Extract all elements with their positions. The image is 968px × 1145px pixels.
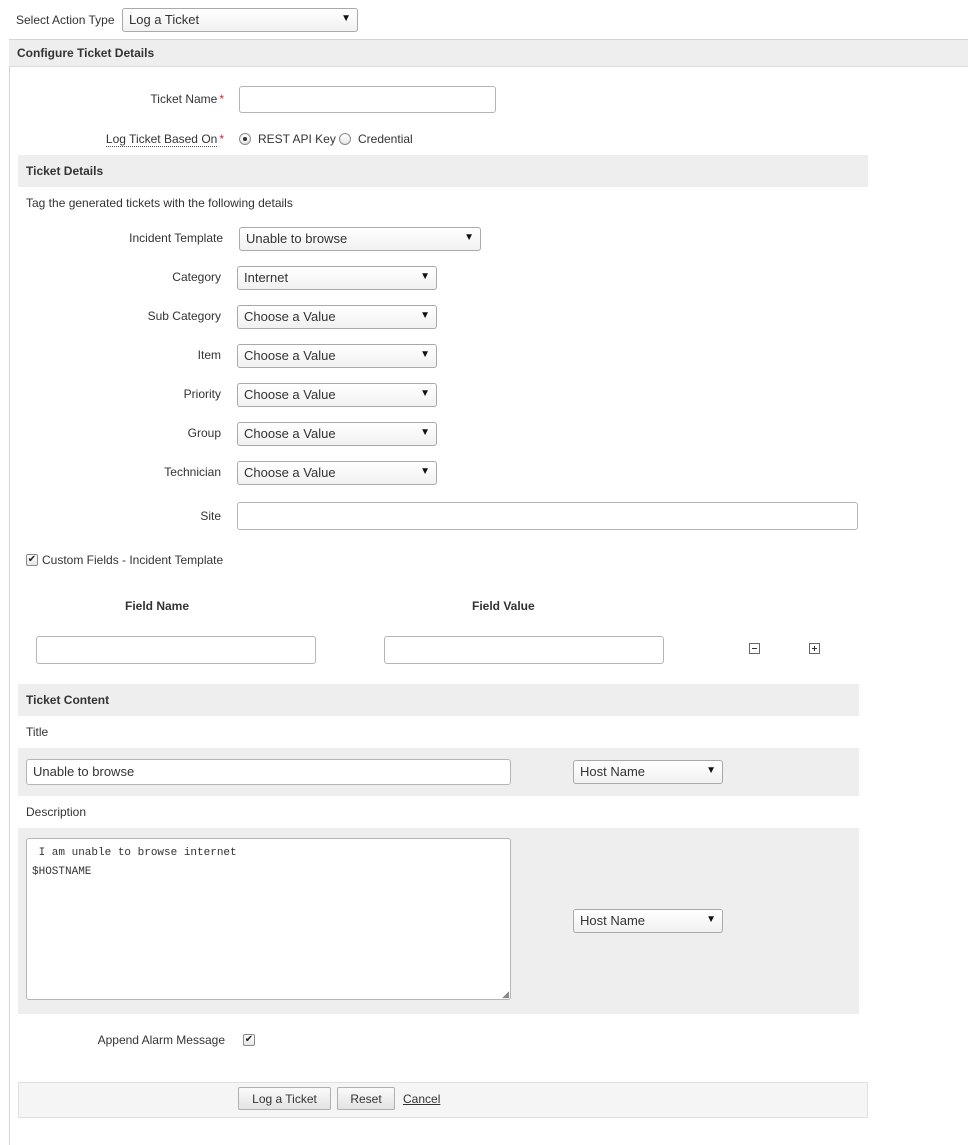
field-name-header: Field Name (125, 599, 190, 613)
priority-label: Priority (183, 387, 221, 401)
ticket-content-header: Ticket Content (18, 684, 859, 716)
description-line-1: I am unable to browse internet (32, 847, 237, 859)
item-value: Choose a Value (244, 348, 336, 363)
ticket-details-description: Tag the generated tickets with the follo… (26, 196, 293, 210)
ticket-details-title: Ticket Details (26, 164, 104, 178)
based-on-label: Log Ticket Based On * (105, 132, 224, 147)
log-ticket-button[interactable]: Log a Ticket (238, 1087, 331, 1110)
action-type-select[interactable]: Log a Ticket ▼ (122, 8, 358, 32)
cancel-link[interactable]: Cancel (403, 1092, 440, 1106)
sub-category-value: Choose a Value (244, 309, 336, 324)
custom-field-value-input[interactable] (384, 636, 664, 664)
ticket-name-label: Ticket Name * (150, 92, 224, 106)
priority-select[interactable]: Choose a Value ▼ (237, 383, 437, 407)
group-label: Group (187, 426, 221, 440)
title-input[interactable]: Unable to browse (26, 759, 511, 785)
action-bar (18, 1082, 868, 1118)
append-alarm-checkbox[interactable]: ✔ (243, 1034, 255, 1046)
incident-template-value: Unable to browse (246, 231, 348, 246)
field-value-header: Field Value (472, 599, 535, 613)
append-alarm-label: Append Alarm Message (97, 1033, 225, 1047)
dropdown-arrow-icon: ▼ (420, 271, 430, 282)
dropdown-arrow-icon: ▼ (420, 388, 430, 399)
dropdown-arrow-icon: ▼ (420, 310, 430, 321)
description-textarea[interactable]: I am unable to browse internet $HOSTNAME… (26, 838, 511, 1000)
dropdown-arrow-icon: ▼ (420, 349, 430, 360)
dropdown-arrow-icon: ▼ (341, 13, 351, 24)
radio-rest-api-key[interactable] (239, 133, 251, 145)
priority-value: Choose a Value (244, 387, 336, 402)
sub-category-select[interactable]: Choose a Value ▼ (237, 305, 437, 329)
category-label: Category (172, 270, 221, 284)
item-select[interactable]: Choose a Value ▼ (237, 344, 437, 368)
incident-template-select[interactable]: Unable to browse ▼ (239, 227, 481, 251)
configure-header: Configure Ticket Details (9, 39, 968, 67)
resize-handle-icon[interactable]: ◢ (502, 990, 509, 999)
item-label: Item (197, 348, 221, 362)
site-label: Site (200, 509, 221, 523)
title-variable-value: Host Name (580, 764, 646, 779)
incident-template-label: Incident Template (129, 231, 223, 245)
remove-row-icon[interactable] (749, 643, 760, 654)
category-select[interactable]: Internet ▼ (237, 266, 437, 290)
site-input[interactable] (237, 502, 858, 530)
radio-credential[interactable] (339, 133, 351, 145)
sub-category-label: Sub Category (147, 309, 221, 323)
add-row-icon[interactable] (809, 643, 820, 654)
description-line-2: $HOSTNAME (32, 866, 92, 878)
reset-button[interactable]: Reset (337, 1087, 395, 1110)
group-select[interactable]: Choose a Value ▼ (237, 422, 437, 446)
ticket-name-input[interactable] (239, 86, 496, 113)
technician-select[interactable]: Choose a Value ▼ (237, 461, 437, 485)
dropdown-arrow-icon: ▼ (706, 914, 716, 925)
group-value: Choose a Value (244, 426, 336, 441)
required-marker: * (219, 132, 224, 146)
custom-fields-checkbox[interactable]: ✔ (26, 554, 38, 566)
action-type-label: Select Action Type (16, 13, 115, 27)
category-value: Internet (244, 270, 289, 285)
title-label: Title (26, 725, 49, 739)
description-variable-value: Host Name (580, 913, 646, 928)
technician-label: Technician (164, 465, 221, 479)
action-type-value: Log a Ticket (129, 12, 200, 27)
ticket-content-title: Ticket Content (26, 693, 110, 707)
dropdown-arrow-icon: ▼ (706, 765, 716, 776)
dropdown-arrow-icon: ▼ (464, 232, 474, 243)
dropdown-arrow-icon: ▼ (420, 427, 430, 438)
configure-title: Configure Ticket Details (17, 46, 155, 60)
radio-rest-api-key-label[interactable]: REST API Key (258, 132, 336, 146)
radio-credential-label[interactable]: Credential (358, 132, 413, 146)
custom-fields-label[interactable]: Custom Fields - Incident Template (42, 553, 223, 567)
title-variable-select[interactable]: Host Name ▼ (573, 760, 723, 784)
dropdown-arrow-icon: ▼ (420, 466, 430, 477)
description-label: Description (26, 805, 87, 819)
required-marker: * (219, 92, 224, 106)
technician-value: Choose a Value (244, 465, 336, 480)
custom-field-name-input[interactable] (36, 636, 316, 664)
ticket-details-header: Ticket Details (18, 155, 868, 187)
description-variable-select[interactable]: Host Name ▼ (573, 909, 723, 933)
